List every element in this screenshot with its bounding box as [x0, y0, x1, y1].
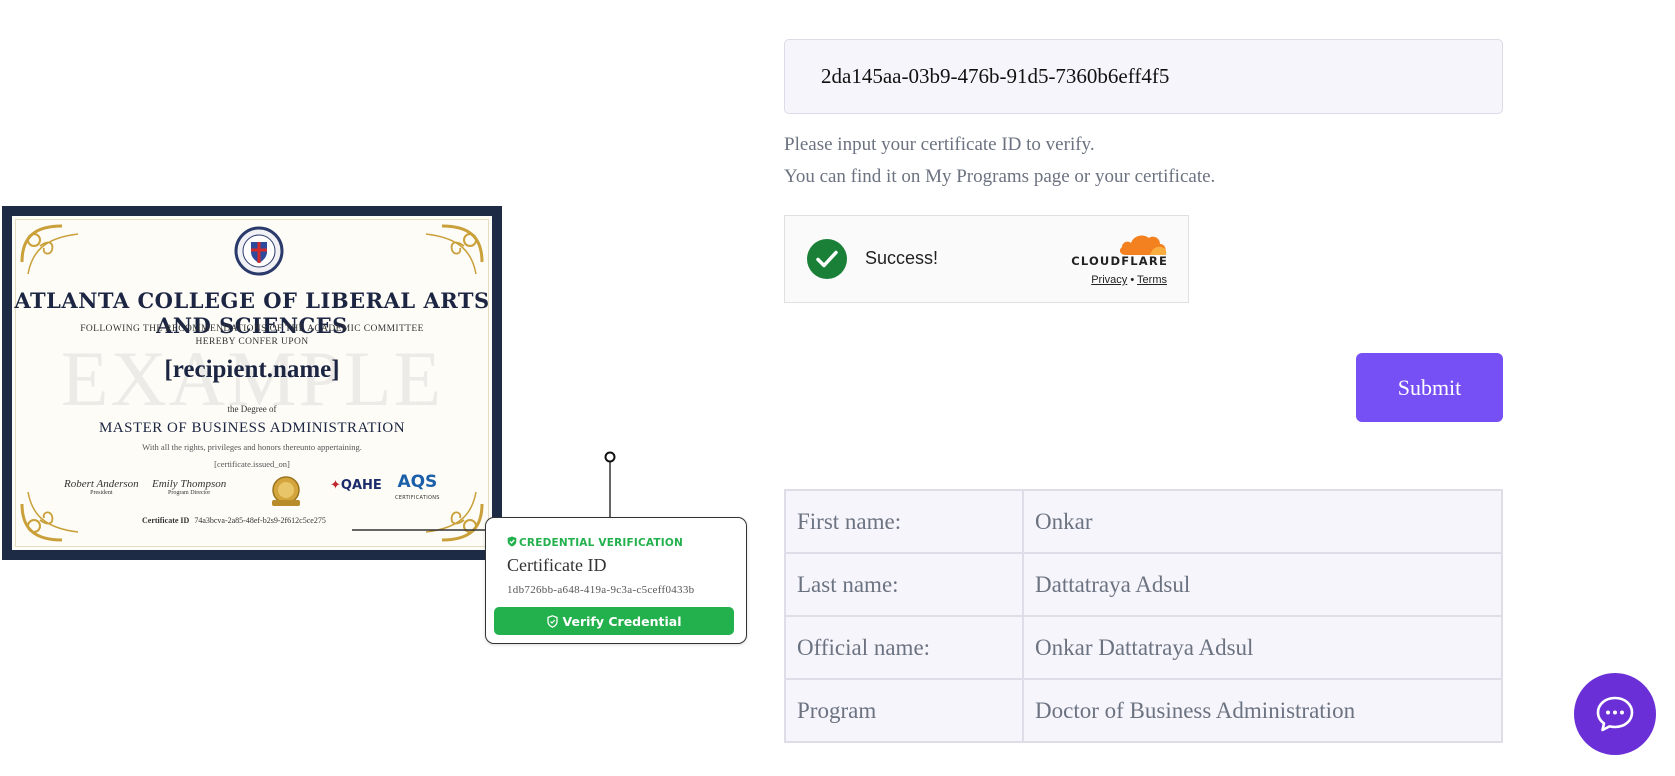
certificate-id-label: Certificate ID — [507, 555, 607, 575]
signature-name: Emily Thompson — [152, 478, 227, 490]
signature-role: Program Director — [168, 490, 211, 496]
shield-check-icon — [507, 536, 517, 547]
row-value: Onkar Dattatraya Adsul — [1022, 615, 1503, 680]
certificate-id-value: 1db726bb-a648-419a-9c3a-c5ceff0433b — [507, 584, 695, 596]
link-separator: • — [1130, 274, 1135, 286]
issued-on: [certificate.issued_on] — [214, 459, 290, 469]
certificate-id-input[interactable] — [784, 39, 1503, 114]
cloudflare-logo: CLOUDFLARE — [1068, 232, 1168, 268]
signature-name: Robert Anderson — [64, 478, 139, 490]
certificate-id-line: Certificate ID 74a3bcva-2a85-48ef-b2s9-2f… — [142, 516, 326, 525]
row-value: Dattatraya Adsul — [1022, 552, 1503, 617]
table-row: Last name: Dattatraya Adsul — [784, 552, 1503, 617]
credential-verification-heading: CREDENTIAL VERIFICATION — [507, 536, 683, 549]
confer-line: HEREBY CONFER UPON — [195, 337, 309, 347]
row-label: Last name: — [784, 552, 1024, 617]
recommendation-line: FOLLOWING THE RECOMMENDATIONS OF THE ACA… — [80, 324, 424, 334]
help-text-line-2: You can find it on My Programs page or y… — [784, 166, 1216, 187]
recipient-name: [recipient.name] — [164, 356, 340, 383]
qahe-logo: ✦QAHE — [330, 478, 382, 493]
help-text-line-1: Please input your certificate ID to veri… — [784, 134, 1095, 155]
ornament-corner-icon — [425, 224, 484, 275]
captcha-links: Privacy • Terms — [1091, 274, 1167, 286]
credential-verification-card: CREDENTIAL VERIFICATION Certificate ID 1… — [485, 517, 747, 644]
row-label: Program — [784, 678, 1024, 743]
degree-name: MASTER OF BUSINESS ADMINISTRATION — [98, 420, 406, 436]
terms-link[interactable]: Terms — [1137, 274, 1167, 286]
cloudflare-wordmark: CLOUDFLARE — [1071, 254, 1168, 268]
rights-line: With all the rights, privileges and hono… — [142, 442, 362, 452]
row-label: First name: — [784, 489, 1024, 554]
cloudflare-cloud-icon — [1119, 235, 1167, 255]
cloudflare-turnstile-widget[interactable]: Success! CLOUDFLARE Privacy • Terms — [784, 215, 1189, 303]
gold-medal-icon — [272, 476, 300, 506]
ornament-corner-icon — [20, 224, 79, 275]
aqs-logo: AQS CERTIFICATIONS — [395, 472, 440, 502]
table-row: Official name: Onkar Dattatraya Adsul — [784, 615, 1503, 680]
signature-director: Emily Thompson Program Director — [152, 478, 226, 496]
captcha-status: Success! — [865, 248, 939, 268]
row-label: Official name: — [784, 615, 1024, 680]
certificate-illustration: EXAMPLE ATLANTA COLLEGE OF LIBERAL ARTS … — [2, 206, 747, 644]
chat-bubble-icon — [1596, 696, 1634, 732]
row-value: Doctor of Business Administration — [1022, 678, 1503, 743]
table-row: Program Doctor of Business Administratio… — [784, 678, 1503, 743]
shield-icon — [546, 614, 558, 628]
privacy-link[interactable]: Privacy — [1091, 274, 1127, 286]
signature-role: President — [90, 490, 113, 496]
submit-button[interactable]: Submit — [1356, 353, 1503, 422]
college-seal-icon — [234, 226, 284, 276]
certificate-image: EXAMPLE ATLANTA COLLEGE OF LIBERAL ARTS … — [2, 206, 502, 560]
table-row: First name: Onkar — [784, 489, 1503, 554]
verify-credential-button: Verify Credential — [494, 607, 734, 635]
signature-president: Robert Anderson President — [64, 478, 139, 496]
row-value: Onkar — [1022, 489, 1503, 554]
chat-launcher-button[interactable] — [1574, 673, 1656, 755]
success-check-icon — [807, 239, 847, 279]
result-table: First name: Onkar Last name: Dattatraya … — [784, 489, 1503, 743]
degree-intro: the Degree of — [227, 404, 277, 414]
